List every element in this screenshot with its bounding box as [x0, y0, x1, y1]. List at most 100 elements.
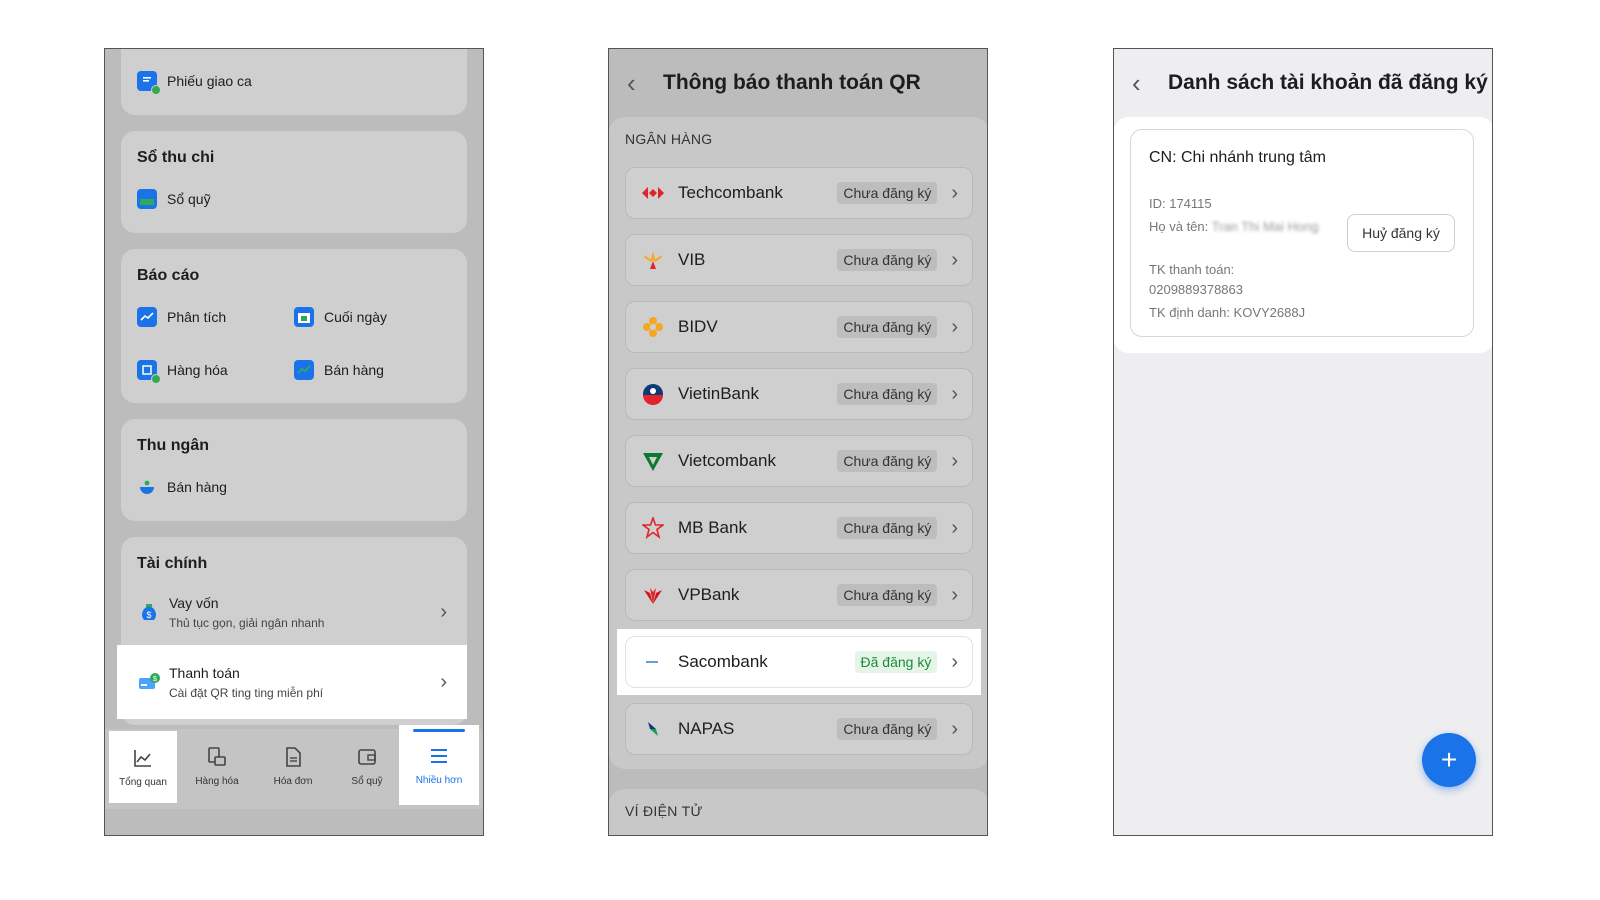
chevron-right-icon: › — [951, 583, 958, 606]
chevron-right-icon: › — [951, 181, 958, 204]
calendar-icon — [294, 307, 314, 327]
box-icon — [137, 360, 161, 384]
plus-icon: + — [1440, 744, 1458, 775]
bidv-logo-icon — [642, 316, 664, 338]
bank-row-sacombank[interactable]: Sacombank Đã đăng ký › — [625, 636, 973, 688]
chevron-right-icon: › — [951, 650, 958, 673]
add-account-button[interactable]: + — [1422, 733, 1476, 787]
section-title: Sổ thu chi — [137, 149, 215, 166]
wallet-icon — [358, 748, 376, 765]
bottom-tab-bar: Tổng quan Hàng hóa Hóa đơn Sổ quỹ Nhiều … — [105, 725, 483, 809]
holder-name-label: Họ và tên: — [1149, 219, 1209, 234]
tab-invoices[interactable]: Hóa đơn — [261, 729, 325, 803]
payment-row[interactable]: $ Thanh toán Cài đặt QR ting ting miễn p… — [117, 645, 467, 719]
header: ‹ Danh sách tài khoản đã đăng ký — [1114, 49, 1492, 117]
payment-account-line: TK thanh toán: 0209889378863 — [1149, 260, 1329, 300]
unregister-button[interactable]: Huỷ đăng ký — [1347, 214, 1455, 252]
section-title: Tài chính — [137, 555, 208, 572]
account-id: ID: 174115 — [1149, 196, 1212, 211]
invoice-icon — [286, 746, 301, 767]
menu-item-analysis[interactable]: Phân tích — [137, 307, 226, 327]
bank-row-vpbank[interactable]: VPBank Chưa đăng ký › — [625, 569, 973, 621]
chevron-left-icon[interactable]: ‹ — [1132, 68, 1168, 99]
chevron-right-icon: › — [951, 449, 958, 472]
mbbank-logo-icon — [642, 517, 664, 539]
status-badge: Chưa đăng ký — [837, 517, 938, 539]
section-label-banks: NGÂN HÀNG — [625, 131, 713, 147]
menu-label: Bán hàng — [324, 362, 384, 378]
section-label-wallets: VÍ ĐIỆN TỬ — [625, 803, 703, 819]
bank-name: NAPAS — [678, 719, 735, 738]
bank-row-napas[interactable]: NAPAS Chưa đăng ký › — [625, 703, 973, 755]
menu-item-end-of-day[interactable]: Cuối ngày — [294, 307, 387, 327]
trend-chart-icon — [137, 307, 157, 327]
bank-row-techcombank[interactable]: Techcombank Chưa đăng ký › — [625, 167, 973, 219]
cashier-card: Thu ngân Bán hàng — [121, 419, 467, 521]
loan-subtitle: Thủ tục gọn, giải ngân nhanh — [169, 615, 325, 630]
screen-registered-accounts: ‹ Danh sách tài khoản đã đăng ký CN: Chi… — [1113, 48, 1493, 836]
active-tab-indicator — [413, 729, 465, 732]
menu-item-goods-report[interactable]: Hàng hóa — [137, 360, 228, 384]
tab-more[interactable]: Nhiều hơn — [399, 725, 479, 805]
bank-row-mbbank[interactable]: MB Bank Chưa đăng ký › — [625, 502, 973, 554]
pos-bowl-icon — [137, 477, 157, 497]
napas-logo-icon — [642, 718, 664, 740]
bank-name: VIB — [678, 250, 706, 269]
menu-item-sales-report[interactable]: Bán hàng — [294, 360, 384, 380]
vib-logo-icon — [642, 249, 664, 271]
menu-label: Sổ quỹ — [167, 191, 211, 207]
chevron-right-icon: › — [440, 600, 447, 623]
alias-account: TK định danh: KOVY2688J — [1149, 305, 1306, 320]
payment-card-icon: $ — [137, 670, 161, 694]
chevron-right-icon: › — [440, 670, 447, 693]
menu-item-pos-sales[interactable]: Bán hàng — [137, 477, 227, 497]
svg-text:$: $ — [153, 676, 157, 683]
screen-qr-notification: ‹ Thông báo thanh toán QR NGÂN HÀNG Tech… — [608, 48, 988, 836]
goods-icon — [208, 746, 226, 766]
bank-row-vietinbank[interactable]: VietinBank Chưa đăng ký › — [625, 368, 973, 420]
money-bag-icon: $ — [137, 600, 161, 624]
menu-item-fund-book[interactable]: Sổ quỹ — [137, 189, 211, 209]
loan-row[interactable]: $ Vay vốn Thủ tục gọn, giải ngân nhanh › — [121, 579, 467, 645]
status-badge: Chưa đăng ký — [837, 584, 938, 606]
tab-goods[interactable]: Hàng hóa — [185, 729, 249, 803]
screen-more-menu: Phiếu giao ca Sổ thu chi Sổ quỹ Báo cáo … — [104, 48, 484, 836]
reports-card: Báo cáo Phân tích Cuối ngày Hàng hóa Bán — [121, 249, 467, 403]
bank-name: Sacombank — [678, 652, 768, 671]
bank-row-bidv[interactable]: BIDV Chưa đăng ký › — [625, 301, 973, 353]
status-badge-registered: Đã đăng ký — [854, 651, 938, 673]
section-title: Báo cáo — [137, 267, 200, 284]
page-title: Danh sách tài khoản đã đăng ký — [1168, 71, 1488, 94]
tab-fund-book[interactable]: Sổ quỹ — [335, 729, 399, 803]
tab-overview[interactable]: Tổng quan — [109, 731, 177, 803]
svg-text:$: $ — [146, 610, 151, 620]
section-title: Thu ngân — [137, 437, 209, 454]
bank-row-vietcombank[interactable]: Vietcombank Chưa đăng ký › — [625, 435, 973, 487]
menu-label: Cuối ngày — [324, 309, 388, 325]
loan-title: Vay vốn — [169, 594, 219, 611]
status-badge: Chưa đăng ký — [837, 316, 938, 338]
vpbank-logo-icon — [642, 584, 664, 606]
sales-chart-icon — [294, 360, 314, 380]
chevron-left-icon[interactable]: ‹ — [627, 68, 663, 99]
chevron-right-icon: › — [951, 248, 958, 271]
bank-name: MB Bank — [678, 518, 747, 537]
menu-item-shift[interactable]: Phiếu giao ca — [137, 71, 252, 95]
tab-label: Hóa đơn — [273, 775, 313, 787]
cashbook-card: Sổ thu chi Sổ quỹ — [121, 131, 467, 233]
bank-name: Vietcombank — [678, 451, 776, 470]
menu-label: Phân tích — [167, 309, 227, 325]
payment-account-label: TK thanh toán: — [1149, 262, 1235, 277]
status-badge: Chưa đăng ký — [837, 249, 938, 271]
menu-label: Bán hàng — [167, 479, 227, 495]
tab-label: Tổng quan — [119, 776, 167, 788]
bank-name: BIDV — [678, 317, 718, 336]
bank-name: VPBank — [678, 585, 740, 604]
bank-row-vib[interactable]: VIB Chưa đăng ký › — [625, 234, 973, 286]
payment-account-value: 0209889378863 — [1149, 282, 1243, 297]
holder-name-value: Tran Thi Mai Hong — [1211, 219, 1319, 234]
branch-name: CN: Chi nhánh trung tâm — [1149, 149, 1326, 166]
payment-subtitle: Cài đặt QR ting ting miễn phí — [169, 685, 324, 700]
status-badge: Chưa đăng ký — [837, 383, 938, 405]
tab-label: Sổ quỹ — [351, 775, 383, 787]
